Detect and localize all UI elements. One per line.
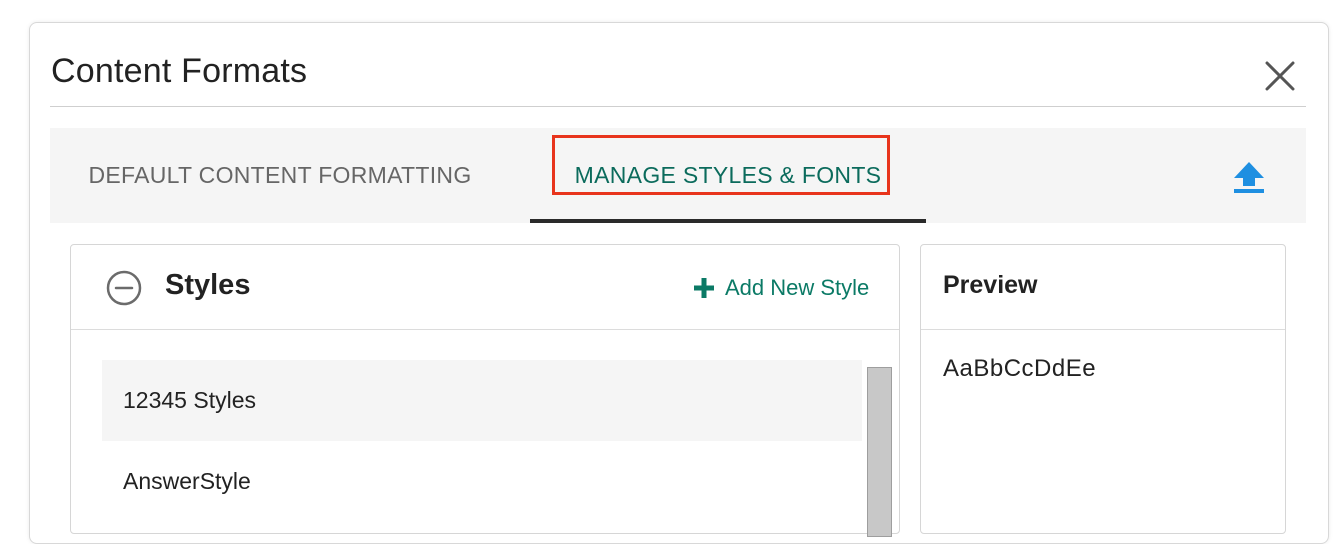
tab-label: MANAGE STYLES & FONTS — [574, 162, 882, 188]
list-item-style[interactable]: AnswerStyle — [102, 441, 862, 522]
preview-sample-text: AaBbCcDdEe — [943, 355, 1097, 382]
close-button[interactable] — [1262, 58, 1298, 94]
style-item-label: 12345 Styles — [123, 387, 256, 413]
tab-label: DEFAULT CONTENT FORMATTING — [88, 162, 472, 188]
styles-panel: Styles Add New Style 12345 Styles Answer… — [70, 244, 900, 537]
styles-heading: Styles — [165, 269, 251, 301]
collapse-styles-button[interactable] — [105, 269, 143, 307]
minus-circle-icon — [106, 270, 142, 306]
tab-bar: DEFAULT CONTENT FORMATTING MANAGE STYLES… — [50, 128, 1306, 223]
tab-default-content-formatting[interactable]: DEFAULT CONTENT FORMATTING — [80, 128, 480, 223]
dialog-title: Content Formats — [51, 52, 308, 90]
list-item-style[interactable]: 12345 Styles — [102, 360, 862, 441]
add-new-style-label: Add New Style — [725, 275, 870, 300]
preview-panel: Preview AaBbCcDdEe — [920, 244, 1286, 534]
title-divider — [50, 106, 1306, 107]
active-tab-indicator — [530, 219, 926, 223]
styles-list-scrollbar[interactable] — [867, 367, 892, 537]
styles-header-divider — [71, 329, 899, 330]
upload-button[interactable] — [1232, 160, 1266, 194]
style-item-label: AnswerStyle — [123, 468, 251, 494]
close-icon — [1265, 61, 1295, 91]
add-new-style-button[interactable]: Add New Style — [693, 273, 869, 303]
upload-icon — [1234, 162, 1264, 193]
preview-heading: Preview — [943, 271, 1038, 299]
preview-header-divider — [921, 329, 1285, 330]
tab-manage-styles-fonts[interactable]: MANAGE STYLES & FONTS — [530, 128, 926, 223]
plus-icon — [694, 278, 714, 298]
